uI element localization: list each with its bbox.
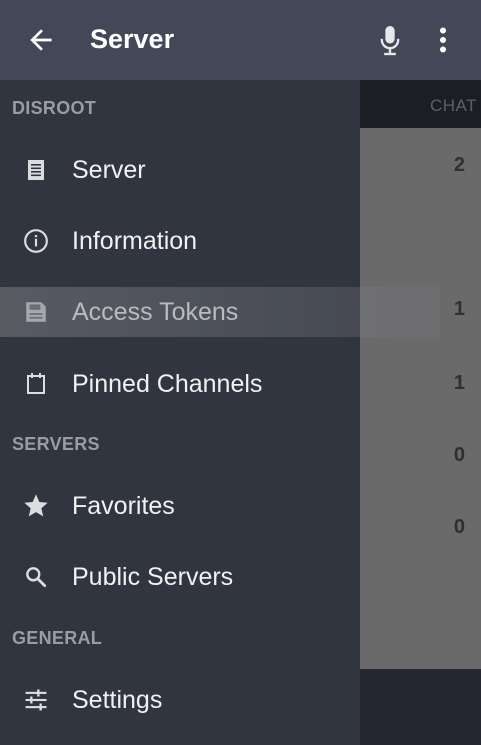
drawer-item-favorites[interactable]: Favorites: [0, 480, 360, 532]
drawer-item-label: Favorites: [72, 491, 175, 520]
tab-chat[interactable]: CHAT: [430, 96, 477, 116]
drawer-item-information[interactable]: Information: [0, 215, 360, 267]
more-vert-icon: [440, 27, 446, 53]
unread-count: 0: [453, 444, 465, 466]
section-header-servers: SERVERS: [12, 434, 100, 454]
search-icon: [20, 561, 52, 593]
voice-search-button[interactable]: [372, 20, 408, 60]
drawer-item-access-tokens[interactable]: Access Tokens: [0, 287, 440, 337]
unread-count: 0: [453, 516, 465, 538]
arrow-back-icon: [30, 29, 52, 51]
sliders-icon: [20, 684, 52, 716]
section-header-disroot: DISROOT: [12, 98, 97, 118]
drawer-item-label: Public Servers: [72, 562, 234, 591]
app-bar: Server: [0, 0, 481, 80]
drawer-item-settings[interactable]: Settings: [0, 674, 360, 726]
document-list-icon: [20, 154, 52, 186]
drawer-item-label: Server: [72, 155, 146, 184]
drawer-item-label: Pinned Channels: [72, 369, 263, 398]
drawer-item-label: Settings: [72, 685, 163, 714]
bottom-bar: [360, 669, 481, 745]
page-title: Server: [90, 24, 175, 54]
star-icon: [20, 490, 52, 522]
section-header-general: GENERAL: [12, 628, 103, 648]
microphone-icon: [380, 26, 400, 56]
back-button[interactable]: [20, 20, 62, 60]
navigation-drawer: DISROOT Server Information Access Tokens…: [0, 80, 440, 745]
unread-count: 2: [453, 154, 465, 176]
drawer-item-server[interactable]: Server: [0, 144, 360, 196]
drawer-item-label: Information: [72, 226, 198, 255]
channel-list: 2 1 1 0 0: [360, 128, 481, 669]
drawer-item-label: Access Tokens: [72, 297, 239, 326]
info-icon: [20, 225, 52, 257]
drawer-item-public-servers[interactable]: Public Servers: [0, 551, 360, 603]
drawer-item-pinned-channels[interactable]: Pinned Channels: [0, 358, 360, 410]
calendar-icon: [20, 368, 52, 400]
more-options-button[interactable]: [428, 20, 458, 60]
save-icon: [20, 296, 52, 328]
unread-count: 1: [453, 372, 465, 394]
